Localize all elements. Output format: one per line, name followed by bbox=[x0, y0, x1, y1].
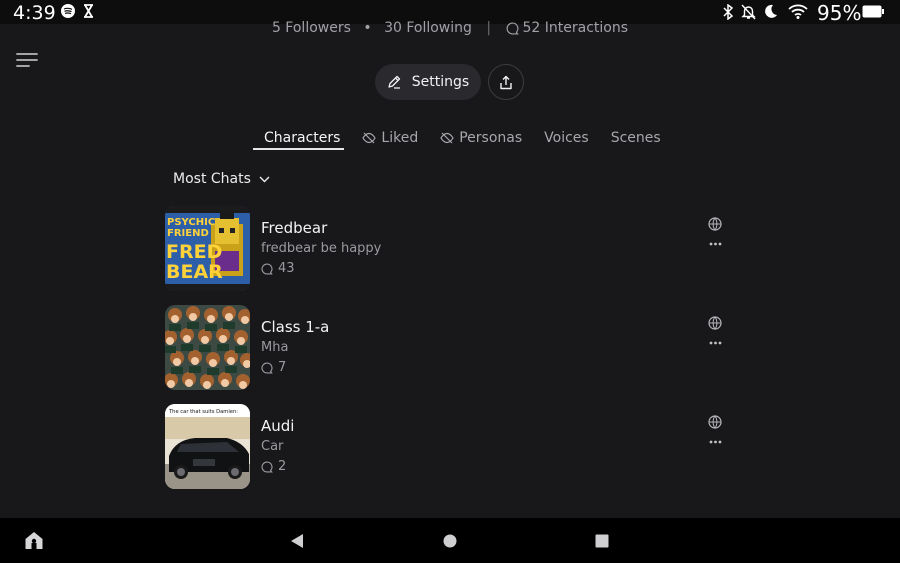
character-description: Car bbox=[261, 439, 284, 454]
tab-label: Personas bbox=[459, 130, 523, 146]
eye-off-icon bbox=[440, 132, 454, 144]
tab-personas[interactable]: Personas bbox=[429, 126, 533, 150]
character-avatar: The car that suits Damien: bbox=[165, 404, 250, 489]
followers-count[interactable]: 5 Followers bbox=[272, 20, 351, 36]
chat-count-value: 2 bbox=[278, 459, 287, 474]
settings-button[interactable]: Settings bbox=[375, 64, 481, 100]
settings-label: Settings bbox=[411, 74, 470, 90]
share-icon bbox=[500, 75, 512, 89]
chat-bubble-icon bbox=[261, 361, 273, 374]
character-name: Fredbear bbox=[261, 219, 328, 237]
spotify-icon bbox=[61, 4, 75, 18]
chat-bubble-icon bbox=[506, 22, 519, 34]
more-options-icon[interactable] bbox=[709, 242, 722, 246]
bluetooth-icon bbox=[723, 4, 734, 20]
dot-separator: • bbox=[363, 20, 372, 36]
tab-label: Liked bbox=[381, 130, 419, 146]
share-button[interactable] bbox=[488, 64, 524, 100]
home-icon[interactable] bbox=[443, 534, 457, 548]
tab-bar: Characters Liked Personas Voices Scenes bbox=[253, 126, 672, 150]
tab-characters[interactable]: Characters bbox=[253, 126, 351, 150]
tab-voices[interactable]: Voices bbox=[533, 126, 600, 150]
character-card[interactable]: PSYCHIC FRIEND FRED BEAR Fredbear fredbe… bbox=[165, 206, 725, 291]
more-options-icon[interactable] bbox=[709, 341, 722, 345]
chevron-down-icon bbox=[259, 176, 270, 182]
character-card[interactable]: Class 1-a Mha 7 bbox=[165, 305, 725, 390]
tab-scenes[interactable]: Scenes bbox=[600, 126, 672, 150]
interactions-count: 52 Interactions bbox=[522, 20, 629, 36]
recent-apps-icon[interactable] bbox=[595, 534, 609, 548]
divider: | bbox=[486, 20, 492, 36]
battery-icon bbox=[862, 5, 884, 18]
following-count[interactable]: 30 Following bbox=[384, 20, 472, 36]
character-name: Audi bbox=[261, 417, 295, 435]
character-avatar: PSYCHIC FRIEND FRED BEAR bbox=[165, 206, 250, 291]
tab-label: Voices bbox=[544, 130, 589, 146]
tab-label: Scenes bbox=[610, 130, 661, 146]
chat-count: 7 bbox=[261, 360, 286, 375]
avatar-text: FRED bbox=[166, 241, 222, 263]
character-name: Class 1-a bbox=[261, 318, 330, 336]
sort-label: Most Chats bbox=[173, 171, 251, 187]
chat-count: 2 bbox=[261, 459, 286, 474]
sort-dropdown[interactable]: Most Chats bbox=[173, 171, 270, 187]
home-launcher-icon[interactable] bbox=[24, 531, 44, 550]
profile-stats: 5 Followers • 30 Following | 52 Interact… bbox=[0, 20, 900, 36]
character-description: fredbear be happy bbox=[261, 241, 382, 256]
moon-icon bbox=[765, 4, 777, 18]
edit-pencil-icon bbox=[388, 75, 400, 89]
more-options-icon[interactable] bbox=[709, 440, 722, 444]
back-icon[interactable] bbox=[289, 533, 305, 549]
character-card[interactable]: The car that suits Damien: Audi Car 2 bbox=[165, 404, 725, 489]
avatar-text: BEAR bbox=[166, 261, 223, 283]
notifications-off-icon bbox=[741, 4, 756, 20]
chat-count: 43 bbox=[261, 261, 295, 276]
globe-icon bbox=[708, 415, 722, 429]
chat-bubble-icon bbox=[261, 460, 273, 473]
wifi-icon bbox=[788, 4, 808, 19]
menu-icon[interactable] bbox=[16, 52, 38, 70]
active-tab-indicator bbox=[253, 148, 344, 150]
avatar-text: The car that suits Damien: bbox=[168, 409, 238, 415]
globe-icon bbox=[708, 217, 722, 231]
hourglass-icon bbox=[84, 4, 93, 18]
chat-count-value: 43 bbox=[278, 261, 295, 276]
tab-label: Characters bbox=[264, 130, 341, 146]
avatar-text: PSYCHIC bbox=[167, 217, 215, 228]
chat-bubble-icon bbox=[261, 262, 273, 275]
interactions-stat: 52 Interactions bbox=[506, 20, 629, 36]
character-avatar bbox=[165, 305, 250, 390]
tab-liked[interactable]: Liked bbox=[351, 126, 429, 150]
character-description: Mha bbox=[261, 340, 289, 355]
avatar-text: FRIEND bbox=[167, 228, 209, 239]
chat-count-value: 7 bbox=[278, 360, 287, 375]
globe-icon bbox=[708, 316, 722, 330]
eye-off-icon bbox=[362, 132, 377, 144]
